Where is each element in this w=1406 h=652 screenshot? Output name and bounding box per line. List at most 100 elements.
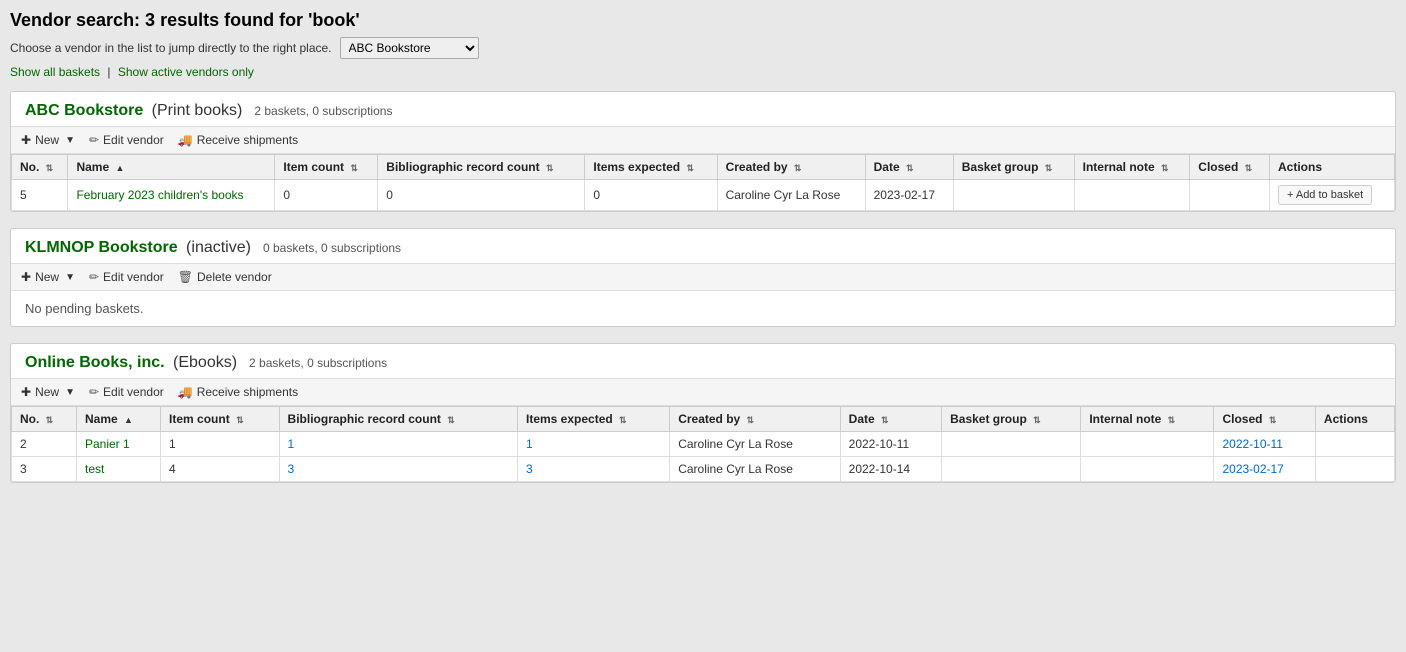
basket-items-expected: 0 [585, 180, 717, 211]
truck-icon: 🚚 [178, 385, 193, 399]
column-header-created-by[interactable]: Created by ⇅ [670, 407, 840, 432]
vendor-type: (inactive) [182, 239, 251, 256]
column-header-items-expected[interactable]: Items expected ⇅ [585, 155, 717, 180]
sort-icon: ⇅ [619, 415, 627, 426]
closed-link[interactable]: 2022-10-11 [1222, 437, 1283, 451]
basket-items-expected: 1 [518, 432, 670, 457]
column-header-created-by[interactable]: Created by ⇅ [717, 155, 865, 180]
column-header-item-count[interactable]: Item count ⇅ [275, 155, 378, 180]
plus-icon: ✚ [21, 270, 31, 284]
vendor-stats: 2 baskets, 0 subscriptions [254, 104, 392, 118]
new-button[interactable]: ✚ New ▼ [21, 385, 75, 399]
column-header-name[interactable]: Name ▲ [68, 155, 275, 180]
bib-count-link[interactable]: 3 [288, 462, 295, 476]
vendor-toolbar-abc-bookstore: ✚ New ▼ ✏ Edit vendor 🚚 Receive shipments [11, 127, 1395, 154]
column-header-closed[interactable]: Closed ⇅ [1214, 407, 1315, 432]
vendor-name: ABC Bookstore [25, 102, 143, 119]
basket-name-link[interactable]: February 2023 children's books [76, 188, 243, 202]
column-header-basket-group[interactable]: Basket group ⇅ [942, 407, 1081, 432]
vendor-chooser-line: Choose a vendor in the list to jump dire… [10, 37, 1396, 59]
vendor-header-klmnop-bookstore: KLMNOP Bookstore (inactive)0 baskets, 0 … [11, 229, 1395, 264]
edit-vendor-button[interactable]: ✏ Edit vendor [89, 270, 164, 284]
column-header-bibliographic-record-count[interactable]: Bibliographic record count ⇅ [279, 407, 517, 432]
column-header-name[interactable]: Name ▲ [76, 407, 160, 432]
basket-table-wrapper: No. ⇅Name ▲Item count ⇅Bibliographic rec… [11, 406, 1395, 482]
column-header-internal-note[interactable]: Internal note ⇅ [1074, 155, 1190, 180]
edit-vendor-button[interactable]: ✏ Edit vendor [89, 385, 164, 399]
column-header-no.[interactable]: No. ⇅ [12, 407, 77, 432]
vendor-select[interactable]: ABC BookstoreKLMNOP BookstoreOnline Book… [340, 37, 479, 59]
table-row: 2Panier 1111Caroline Cyr La Rose2022-10-… [12, 432, 1395, 457]
basket-closed [1190, 180, 1270, 211]
sort-icon: ⇅ [686, 163, 694, 174]
dropdown-arrow-icon: ▼ [65, 135, 75, 146]
basket-name[interactable]: Panier 1 [76, 432, 160, 457]
sort-icon: ⇅ [46, 415, 54, 426]
plus-icon: ✚ [21, 133, 31, 147]
receive-shipments-button[interactable]: 🚚 Receive shipments [178, 385, 298, 399]
bib-count-link[interactable]: 1 [288, 437, 295, 451]
basket-name[interactable]: February 2023 children's books [68, 180, 275, 211]
column-header-internal-note[interactable]: Internal note ⇅ [1081, 407, 1214, 432]
basket-internal-note [1081, 457, 1214, 482]
basket-item-count: 0 [275, 180, 378, 211]
basket-date: 2022-10-11 [840, 432, 941, 457]
links-line: Show all baskets | Show active vendors o… [10, 65, 1396, 79]
sort-asc-icon: ▲ [115, 163, 124, 173]
column-header-basket-group[interactable]: Basket group ⇅ [953, 155, 1074, 180]
delete-vendor-button[interactable]: 🗑 Delete vendor [178, 270, 272, 284]
basket-name[interactable]: test [76, 457, 160, 482]
basket-name-link[interactable]: test [85, 462, 104, 476]
basket-table: No. ⇅Name ▲Item count ⇅Bibliographic rec… [11, 406, 1395, 482]
basket-date: 2023-02-17 [865, 180, 953, 211]
vendor-stats: 2 baskets, 0 subscriptions [249, 356, 387, 370]
basket-group [942, 457, 1081, 482]
closed-link[interactable]: 2023-02-17 [1222, 462, 1283, 476]
basket-table-wrapper: No. ⇅Name ▲Item count ⇅Bibliographic rec… [11, 154, 1395, 211]
vendor-toolbar-klmnop-bookstore: ✚ New ▼ ✏ Edit vendor 🗑 Delete vendor [11, 264, 1395, 291]
basket-no: 3 [12, 457, 77, 482]
column-header-actions: Actions [1269, 155, 1394, 180]
new-button[interactable]: ✚ New ▼ [21, 270, 75, 284]
sort-icon: ⇅ [46, 163, 54, 174]
show-all-baskets-link[interactable]: Show all baskets [10, 65, 100, 79]
basket-no: 5 [12, 180, 68, 211]
basket-name-link[interactable]: Panier 1 [85, 437, 130, 451]
column-header-no.[interactable]: No. ⇅ [12, 155, 68, 180]
column-header-date[interactable]: Date ⇅ [865, 155, 953, 180]
pencil-icon: ✏ [89, 385, 99, 399]
trash-icon: 🗑 [178, 270, 193, 284]
vendor-name: Online Books, inc. [25, 354, 165, 371]
basket-item-count: 1 [161, 432, 280, 457]
truck-icon: 🚚 [178, 133, 193, 147]
edit-vendor-button[interactable]: ✏ Edit vendor [89, 133, 164, 147]
no-baskets-message: No pending baskets. [11, 291, 1395, 326]
basket-created-by: Caroline Cyr La Rose [670, 432, 840, 457]
basket-actions: + Add to basket [1269, 180, 1394, 211]
show-active-vendors-link[interactable]: Show active vendors only [118, 65, 254, 79]
column-header-closed[interactable]: Closed ⇅ [1190, 155, 1270, 180]
receive-shipments-button[interactable]: 🚚 Receive shipments [178, 133, 298, 147]
sort-icon: ⇅ [1045, 163, 1053, 174]
table-row: 5February 2023 children's books000Caroli… [12, 180, 1395, 211]
column-header-bibliographic-record-count[interactable]: Bibliographic record count ⇅ [378, 155, 585, 180]
column-header-items-expected[interactable]: Items expected ⇅ [518, 407, 670, 432]
dropdown-arrow-icon: ▼ [65, 387, 75, 398]
basket-actions [1315, 432, 1394, 457]
basket-closed: 2023-02-17 [1214, 457, 1315, 482]
vendor-type: (Print books) [147, 102, 242, 119]
basket-items-expected: 3 [518, 457, 670, 482]
table-row: 3test433Caroline Cyr La Rose2022-10-1420… [12, 457, 1395, 482]
column-header-item-count[interactable]: Item count ⇅ [161, 407, 280, 432]
vendor-section-abc-bookstore: ABC Bookstore (Print books) 2 baskets, 0 … [10, 91, 1396, 212]
basket-bib-count: 0 [378, 180, 585, 211]
items-expected-link[interactable]: 1 [526, 437, 533, 451]
chooser-label: Choose a vendor in the list to jump dire… [10, 41, 332, 55]
basket-group [953, 180, 1074, 211]
add-to-basket-button[interactable]: + Add to basket [1278, 185, 1372, 205]
items-expected-link[interactable]: 3 [526, 462, 533, 476]
new-button[interactable]: ✚ New ▼ [21, 133, 75, 147]
column-header-date[interactable]: Date ⇅ [840, 407, 941, 432]
sort-icon: ⇅ [447, 415, 455, 426]
sort-icon: ⇅ [350, 163, 358, 174]
